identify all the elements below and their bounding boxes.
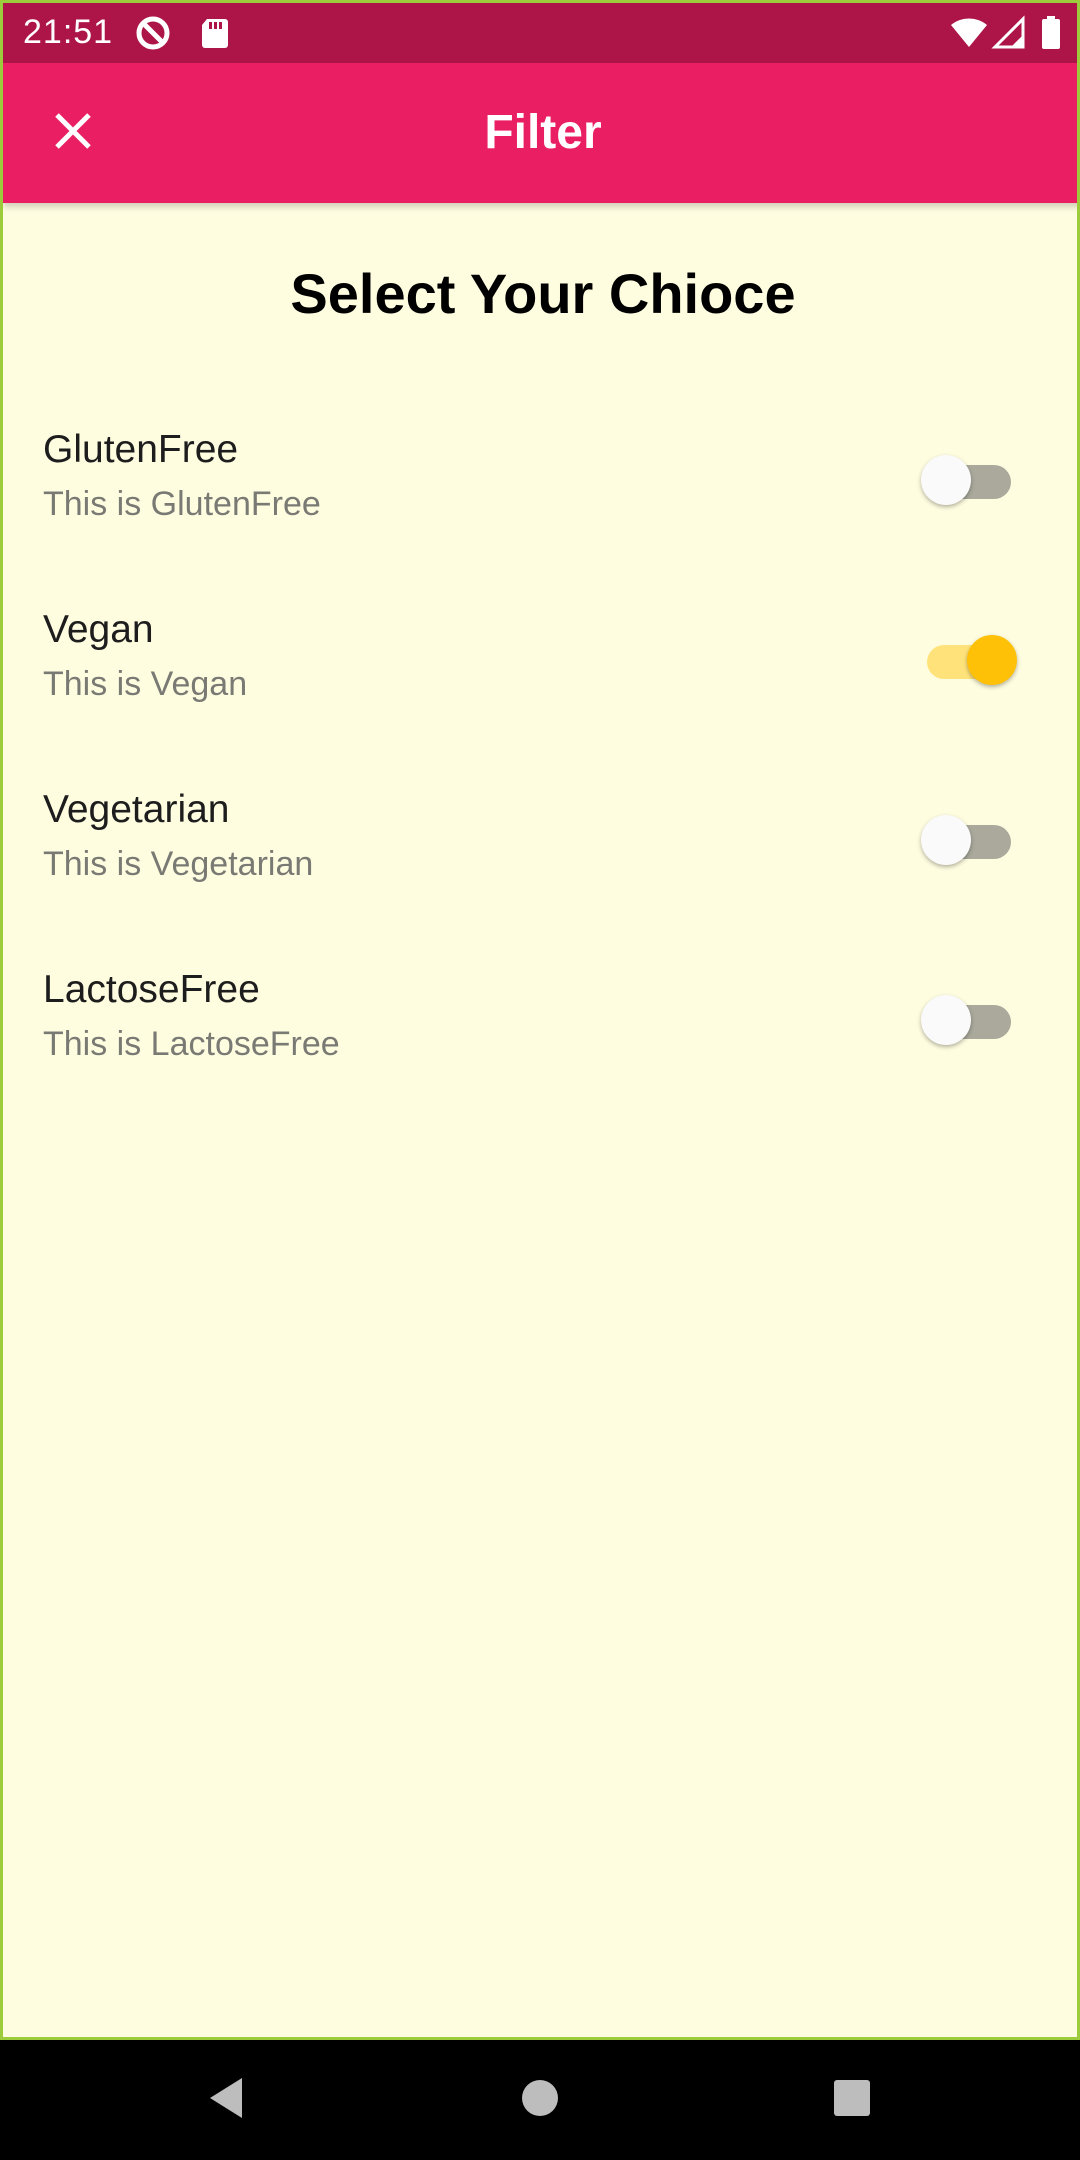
page-heading: Select Your Chioce xyxy=(290,262,796,325)
filter-title: LactoseFree xyxy=(43,968,260,1011)
do-not-disturb-icon xyxy=(135,15,171,51)
status-time: 21:51 xyxy=(23,13,114,51)
filter-item-glutenfree[interactable]: GlutenFree This is GlutenFree xyxy=(3,403,1077,583)
lactosefree-switch[interactable] xyxy=(921,991,1017,1047)
glutenfree-switch[interactable] xyxy=(921,451,1017,507)
filter-item-vegetarian[interactable]: Vegetarian This is Vegetarian xyxy=(3,763,1077,943)
filter-title: Vegetarian xyxy=(43,788,230,831)
app-screen: 21:51 Filter Select Your Chioce GlutenFr… xyxy=(0,0,1080,2040)
vegan-switch[interactable] xyxy=(921,631,1017,687)
recents-icon xyxy=(832,2078,872,2123)
signal-icon xyxy=(991,15,1027,51)
battery-icon xyxy=(1039,15,1075,51)
home-icon xyxy=(520,2078,560,2123)
switch-thumb xyxy=(921,815,971,865)
sd-card-icon xyxy=(197,15,233,51)
wifi-icon xyxy=(949,15,987,51)
navigation-bar xyxy=(0,2040,1080,2160)
back-button[interactable] xyxy=(196,2070,256,2130)
filter-title: Vegan xyxy=(43,608,154,651)
vegetarian-switch[interactable] xyxy=(921,811,1017,867)
app-bar: Filter xyxy=(3,63,1077,203)
back-icon xyxy=(206,2076,246,2125)
filter-item-vegan[interactable]: Vegan This is Vegan xyxy=(3,583,1077,763)
filter-item-lactosefree[interactable]: LactoseFree This is LactoseFree xyxy=(3,943,1077,1123)
switch-thumb xyxy=(921,455,971,505)
filter-subtitle: This is Vegetarian xyxy=(43,845,314,883)
filter-title: GlutenFree xyxy=(43,428,239,471)
filter-subtitle: This is LactoseFree xyxy=(43,1025,340,1063)
recents-button[interactable] xyxy=(822,2070,882,2130)
switch-thumb xyxy=(967,635,1017,685)
home-button[interactable] xyxy=(510,2070,570,2130)
app-bar-title: Filter xyxy=(484,106,602,159)
filter-subtitle: This is Vegan xyxy=(43,665,248,703)
filter-list: GlutenFree This is GlutenFree Vegan This… xyxy=(3,403,1077,1123)
switch-thumb xyxy=(921,995,971,1045)
filter-subtitle: This is GlutenFree xyxy=(43,485,321,523)
status-bar: 21:51 xyxy=(3,3,1077,63)
